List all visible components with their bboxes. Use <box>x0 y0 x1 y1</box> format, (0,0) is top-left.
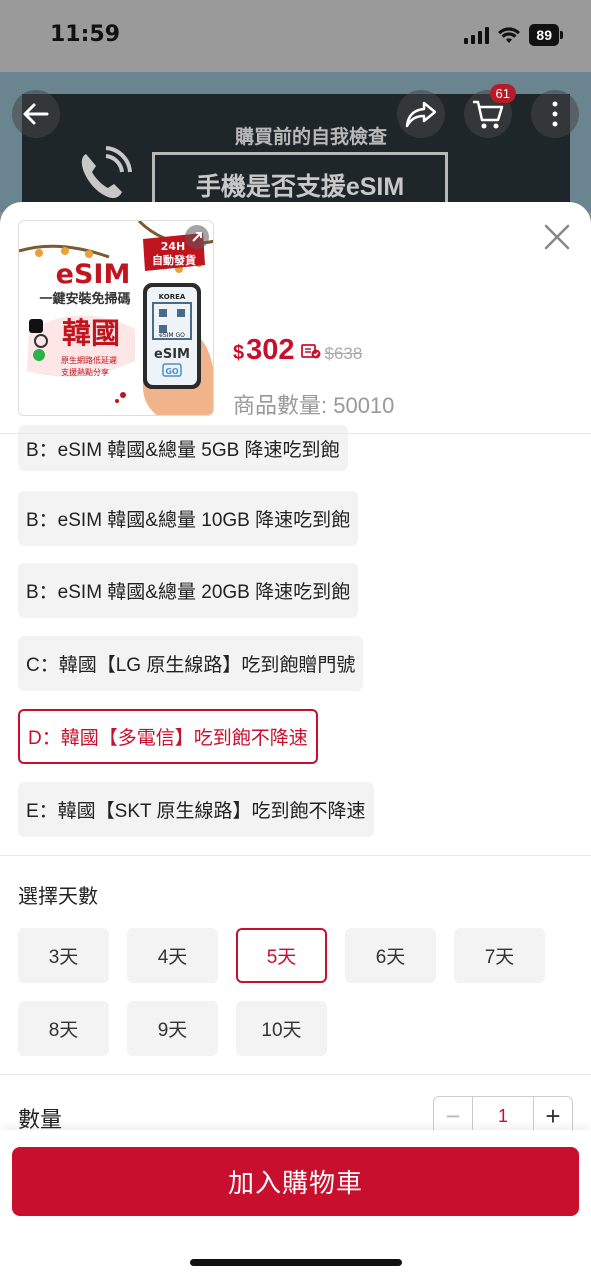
price-value: 302 <box>246 334 295 366</box>
thumb-badge-line1: 24H <box>161 240 186 253</box>
product-page-background: 購買前的自我檢查 手機是否支援eSIM 61 <box>0 72 591 212</box>
thumb-qr-label: eSIM GO <box>159 332 185 339</box>
thumb-card-label: KOREA <box>159 293 186 301</box>
divider <box>0 433 591 434</box>
product-thumbnail[interactable]: 24H 自動發貨 eSIM 一鍵安裝免掃碼 韓國 原生網路低延遲 支援熱點分享 … <box>18 220 214 416</box>
price-currency: $ <box>233 342 245 364</box>
close-icon[interactable] <box>540 220 574 254</box>
wifi-icon <box>498 27 521 43</box>
thumb-card-go: GO <box>165 367 179 376</box>
original-price: $638 <box>324 344 363 363</box>
home-indicator[interactable] <box>190 1259 402 1266</box>
day-option-7[interactable]: 7天 <box>454 928 545 983</box>
more-button[interactable] <box>531 90 579 138</box>
thumb-tagline: 一鍵安裝免掃碼 <box>39 291 130 307</box>
plan-option-b-10gb[interactable]: B：eSIM 韓國&總量 10GB 降速吃到飽 <box>18 491 359 546</box>
status-icons: 89 <box>464 24 563 46</box>
battery-icon: 89 <box>529 24 563 46</box>
coupon-icon <box>300 343 321 358</box>
stock-count: 商品數量: 50010 <box>233 393 395 418</box>
plan-option-c-lg[interactable]: C：韓國【LG 原生線路】吃到飽贈門號 <box>18 636 364 691</box>
day-option-6[interactable]: 6天 <box>345 928 436 983</box>
status-time: 11:59 <box>50 22 121 47</box>
cart-count-badge: 61 <box>489 84 516 103</box>
day-option-3[interactable]: 3天 <box>18 928 109 983</box>
option-sheet: 24H 自動發貨 eSIM 一鍵安裝免掃碼 韓國 原生網路低延遲 支援熱點分享 … <box>0 202 591 1280</box>
day-option-10[interactable]: 10天 <box>236 1001 327 1056</box>
plan-option-b-20gb[interactable]: B：eSIM 韓國&總量 20GB 降速吃到飽 <box>18 563 359 618</box>
thumb-brand: eSIM <box>56 259 131 290</box>
thumb-card-brand: eSIM <box>154 347 190 362</box>
divider <box>0 855 591 856</box>
bottom-bar: 加入購物車 <box>0 1130 591 1280</box>
share-button[interactable] <box>397 90 445 138</box>
thumb-country: 韓國 <box>62 316 120 350</box>
plan-option-b-5gb[interactable]: B：eSIM 韓國&總量 5GB 降速吃到飽 <box>18 425 348 471</box>
product-image: 24H 自動發貨 eSIM 一鍵安裝免掃碼 韓國 原生網路低延遲 支援熱點分享 … <box>19 221 213 415</box>
cart-button[interactable]: 61 <box>464 84 516 138</box>
day-option-4[interactable]: 4天 <box>127 928 218 983</box>
signal-icon <box>464 26 490 44</box>
back-arrow-icon <box>23 103 49 125</box>
expand-icon[interactable] <box>185 225 209 249</box>
share-icon <box>405 101 437 128</box>
plan-option-e-skt[interactable]: E：韓國【SKT 原生線路】吃到飽不降速 <box>18 782 374 837</box>
status-bar: 11:59 89 <box>0 0 591 72</box>
more-vertical-icon <box>552 101 558 127</box>
thumb-badge-line2: 自動發貨 <box>152 253 196 267</box>
phone-icon <box>81 146 132 199</box>
days-section-label: 選擇天數 <box>18 886 98 908</box>
divider <box>0 1074 591 1075</box>
battery-level: 89 <box>529 24 559 46</box>
thumb-bullet2: 支援熱點分享 <box>61 367 109 377</box>
price-row: $ 302 $638 <box>233 334 362 367</box>
day-option-5[interactable]: 5天 <box>236 928 327 983</box>
add-to-cart-button[interactable]: 加入購物車 <box>12 1147 579 1216</box>
thumb-bullet1: 原生網路低延遲 <box>61 355 117 365</box>
day-option-8[interactable]: 8天 <box>18 1001 109 1056</box>
day-option-9[interactable]: 9天 <box>127 1001 218 1056</box>
plan-option-d-multi[interactable]: D：韓國【多電信】吃到飽不降速 <box>18 709 318 764</box>
back-button[interactable] <box>12 90 60 138</box>
